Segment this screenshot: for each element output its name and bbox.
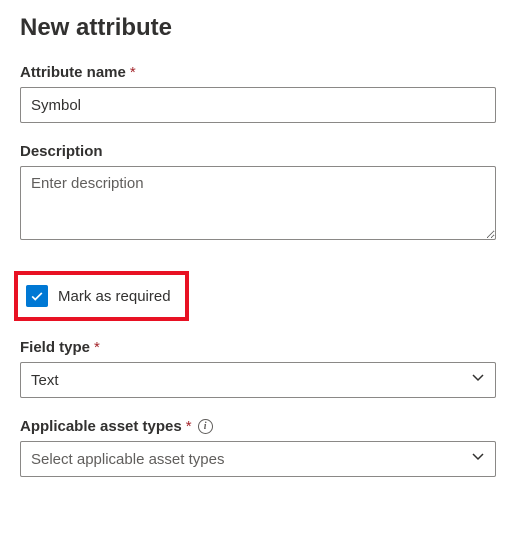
mark-required-checkbox[interactable]: Mark as required — [26, 285, 171, 307]
select-placeholder: Select applicable asset types — [31, 451, 224, 468]
label-text: Description — [20, 143, 103, 160]
required-star: * — [130, 64, 136, 81]
attribute-name-field: Attribute name * — [20, 64, 496, 123]
label-text: Applicable asset types — [20, 418, 182, 435]
required-star: * — [186, 418, 192, 435]
description-field: Description — [20, 143, 496, 245]
attribute-name-label: Attribute name * — [20, 64, 496, 81]
highlight-annotation: Mark as required — [14, 271, 189, 321]
select-value: Text — [31, 372, 59, 389]
required-star: * — [94, 339, 100, 356]
asset-types-select-wrap: Select applicable asset types — [20, 441, 496, 477]
field-type-label: Field type * — [20, 339, 496, 356]
page-title: New attribute — [20, 14, 496, 42]
info-icon[interactable]: i — [198, 419, 213, 434]
asset-types-field: Applicable asset types * i Select applic… — [20, 418, 496, 477]
attribute-name-input[interactable] — [20, 87, 496, 123]
checkmark-icon — [30, 289, 44, 303]
asset-types-label: Applicable asset types * i — [20, 418, 496, 435]
label-text: Attribute name — [20, 64, 126, 81]
label-text: Field type — [20, 339, 90, 356]
description-input[interactable] — [20, 166, 496, 240]
field-type-select-wrap: Text — [20, 362, 496, 398]
checkbox-label: Mark as required — [58, 288, 171, 305]
checkbox-box — [26, 285, 48, 307]
field-type-field: Field type * Text — [20, 339, 496, 398]
field-type-select[interactable]: Text — [20, 362, 496, 398]
description-label: Description — [20, 143, 496, 160]
asset-types-select[interactable]: Select applicable asset types — [20, 441, 496, 477]
